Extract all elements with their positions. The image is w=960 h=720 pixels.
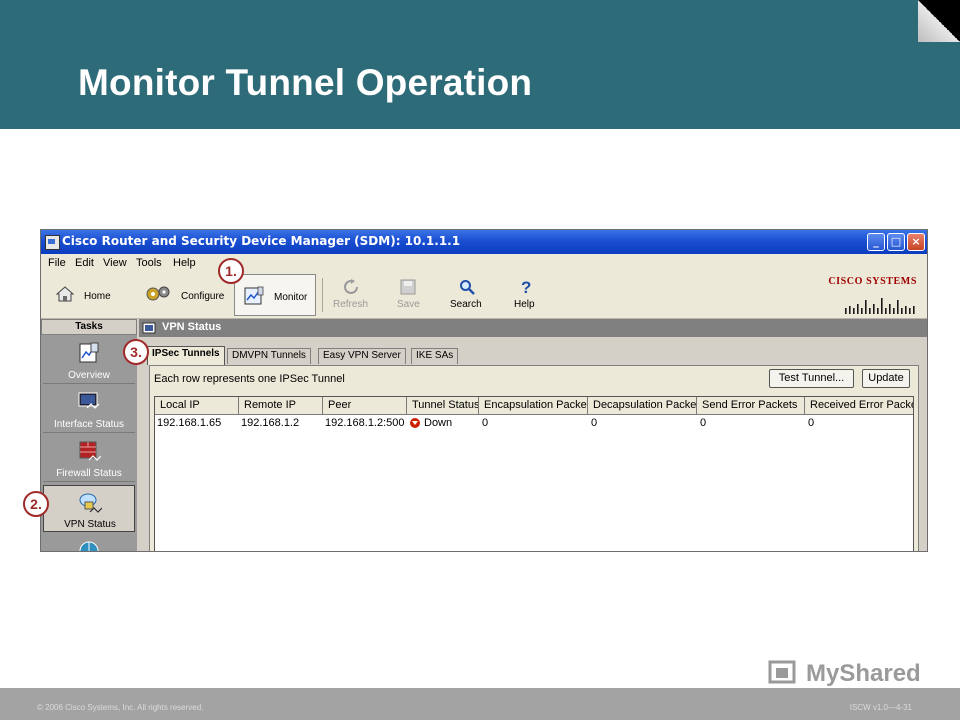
footer-copyright: © 2006 Cisco Systems, Inc. All rights re… bbox=[37, 703, 204, 712]
task-label-interface-status: Interface Status bbox=[53, 419, 125, 430]
task-next[interactable] bbox=[43, 535, 135, 551]
page-corner-fold bbox=[918, 0, 960, 42]
sdm-window: Cisco Router and Security Device Manager… bbox=[40, 229, 928, 552]
cisco-logo: Cisco Systems bbox=[828, 274, 919, 314]
col-decapsulation-packets[interactable]: Decapsulation Packets bbox=[588, 397, 697, 415]
cisco-bars-icon bbox=[845, 298, 915, 314]
home-button[interactable]: Home bbox=[51, 272, 121, 318]
footer-course-code: ISCW v1.0—4-31 bbox=[849, 703, 912, 712]
table-header: Local IP Remote IP Peer Tunnel Status En… bbox=[155, 397, 913, 415]
interface-status-icon bbox=[78, 392, 100, 409]
app-icon bbox=[45, 235, 60, 250]
minimize-icon[interactable]: _ bbox=[867, 233, 885, 251]
slide-footer: © 2006 Cisco Systems, Inc. All rights re… bbox=[0, 688, 960, 720]
cell-local-ip: 192.168.1.65 bbox=[157, 417, 222, 429]
tunnel-info-text: Each row represents one IPSec Tunnel bbox=[154, 373, 345, 385]
help-button[interactable]: ? Help bbox=[509, 272, 543, 318]
cell-decapsulation: 0 bbox=[591, 417, 598, 429]
traffic-status-icon bbox=[79, 541, 99, 551]
maximize-icon[interactable]: □ bbox=[887, 233, 905, 251]
col-peer[interactable]: Peer bbox=[323, 397, 407, 415]
cell-received-errors: 0 bbox=[808, 417, 815, 429]
search-button[interactable]: Search bbox=[445, 272, 489, 318]
toolbar: Home Configure Monitor Refresh Save Sear… bbox=[41, 272, 927, 319]
watermark-logo-icon bbox=[768, 660, 796, 684]
callout-2: 2. bbox=[23, 491, 49, 517]
menu-tools[interactable]: Tools bbox=[136, 257, 162, 269]
col-received-error-packets[interactable]: Received Error Packets bbox=[805, 397, 913, 415]
refresh-label: Refresh bbox=[333, 299, 369, 310]
menu-edit[interactable]: Edit bbox=[75, 257, 94, 269]
ipsec-tunnels-tab-content: Each row represents one IPSec Tunnel Tes… bbox=[149, 365, 919, 551]
floppy-icon bbox=[400, 279, 416, 295]
close-icon[interactable]: × bbox=[907, 233, 925, 251]
help-icon: ? bbox=[521, 278, 531, 296]
col-encapsulation-packets[interactable]: Encapsulation Packets bbox=[479, 397, 588, 415]
gears-icon bbox=[146, 286, 170, 301]
col-send-error-packets[interactable]: Send Error Packets bbox=[697, 397, 805, 415]
myshared-watermark: MyShared bbox=[768, 656, 928, 690]
monitor-label: Monitor bbox=[274, 292, 308, 303]
menu-file[interactable]: File bbox=[48, 257, 66, 269]
save-label: Save bbox=[397, 299, 420, 310]
tab-ipsec-tunnels[interactable]: IPSec Tunnels bbox=[147, 346, 225, 365]
save-button[interactable]: Save bbox=[391, 272, 425, 318]
home-label: Home bbox=[84, 291, 111, 302]
menu-view[interactable]: View bbox=[103, 257, 127, 269]
configure-label: Configure bbox=[181, 291, 225, 302]
col-remote-ip[interactable]: Remote IP bbox=[239, 397, 323, 415]
configure-button[interactable]: Configure bbox=[143, 272, 225, 318]
cell-tunnel-status: Down bbox=[424, 417, 453, 429]
firewall-icon bbox=[79, 441, 101, 461]
tunnels-table: Local IP Remote IP Peer Tunnel Status En… bbox=[154, 396, 914, 551]
menu-help[interactable]: Help bbox=[173, 257, 196, 269]
window-titlebar[interactable]: Cisco Router and Security Device Manager… bbox=[41, 230, 927, 254]
task-label-overview: Overview bbox=[68, 370, 110, 381]
svg-text:?: ? bbox=[521, 278, 531, 296]
refresh-button[interactable]: Refresh bbox=[329, 272, 373, 318]
search-label: Search bbox=[450, 299, 482, 310]
vpn-status-title: VPN Status bbox=[162, 321, 222, 333]
cisco-wordmark: Cisco Systems bbox=[828, 276, 917, 287]
watermark-text: MyShared bbox=[806, 660, 921, 687]
slide-header: Monitor Tunnel Operation bbox=[0, 0, 960, 129]
callout-1: 1. bbox=[218, 258, 244, 284]
menu-bar: File Edit View Tools Help bbox=[41, 254, 927, 272]
overview-icon bbox=[79, 342, 99, 363]
search-icon bbox=[460, 280, 475, 295]
task-overview[interactable]: Overview bbox=[43, 337, 135, 384]
task-label-vpn-status: VPN Status bbox=[64, 519, 116, 530]
tasks-header: Tasks bbox=[41, 319, 137, 335]
tab-easy-vpn-server[interactable]: Easy VPN Server bbox=[318, 348, 406, 364]
task-firewall-status[interactable]: Firewall Status bbox=[43, 435, 135, 482]
monitor-button[interactable]: Monitor bbox=[234, 274, 316, 316]
task-label-firewall-status: Firewall Status bbox=[56, 468, 122, 479]
vpn-status-icon bbox=[79, 493, 102, 513]
home-icon bbox=[55, 286, 75, 302]
cell-send-errors: 0 bbox=[700, 417, 707, 429]
col-local-ip[interactable]: Local IP bbox=[155, 397, 239, 415]
test-tunnel-button[interactable]: Test Tunnel... bbox=[769, 369, 854, 388]
vpn-header-icon bbox=[142, 322, 156, 334]
cell-encapsulation: 0 bbox=[482, 417, 489, 429]
tab-dmvpn-tunnels[interactable]: DMVPN Tunnels bbox=[227, 348, 311, 364]
vpn-status-header: VPN Status bbox=[139, 319, 927, 337]
callout-3: 3. bbox=[123, 339, 149, 365]
monitor-icon bbox=[244, 286, 264, 305]
status-down-icon bbox=[410, 418, 420, 428]
cell-remote-ip: 192.168.1.2 bbox=[241, 417, 300, 429]
refresh-icon bbox=[344, 279, 358, 294]
task-vpn-status[interactable]: VPN Status bbox=[43, 485, 135, 532]
cell-peer: 192.168.1.2:500 bbox=[325, 417, 405, 429]
tab-ike-sas[interactable]: IKE SAs bbox=[411, 348, 459, 364]
update-button[interactable]: Update bbox=[862, 369, 910, 388]
toolbar-separator bbox=[322, 278, 323, 312]
help-label: Help bbox=[514, 299, 535, 310]
task-interface-status[interactable]: Interface Status bbox=[43, 386, 135, 433]
col-tunnel-status[interactable]: Tunnel Status bbox=[407, 397, 479, 415]
vpn-status-panel: VPN Status IPSec Tunnels DMVPN Tunnels E… bbox=[139, 319, 927, 551]
window-title: Cisco Router and Security Device Manager… bbox=[62, 234, 461, 248]
slide-title: Monitor Tunnel Operation bbox=[78, 62, 533, 103]
